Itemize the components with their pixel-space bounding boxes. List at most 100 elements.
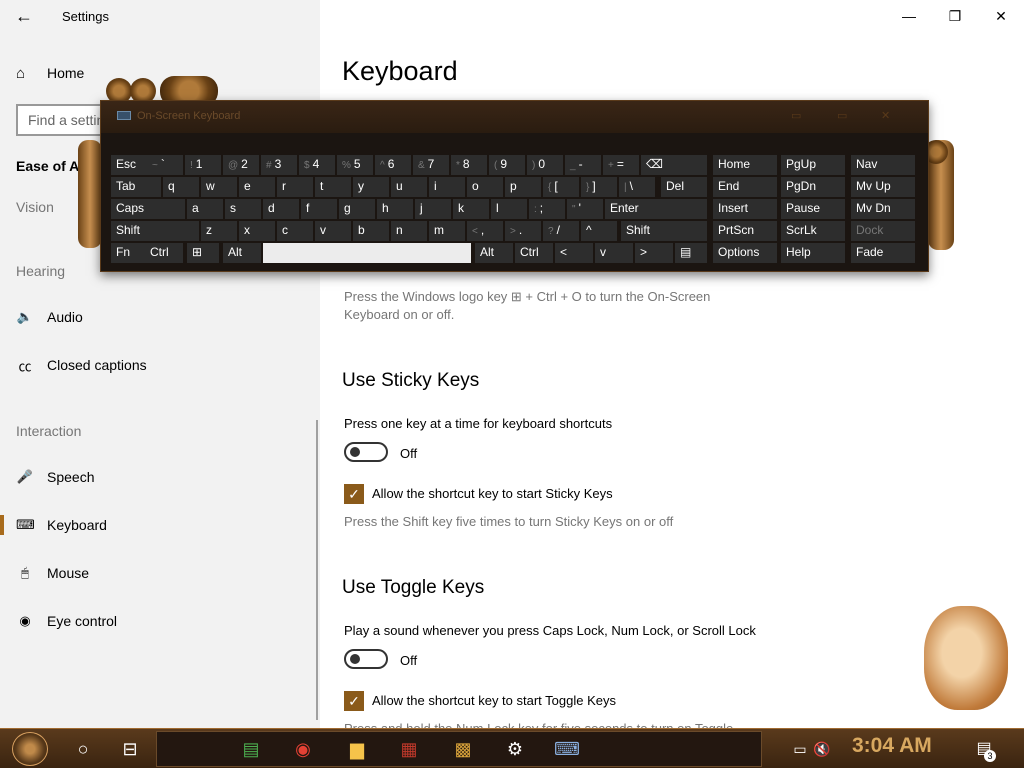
osk-key[interactable]: @2 bbox=[223, 155, 259, 175]
osk-nav-key[interactable]: PrtScn bbox=[713, 221, 777, 241]
sidebar-item-audio[interactable]: 🔈 Audio bbox=[16, 305, 83, 329]
osk-key[interactable]: Alt bbox=[223, 243, 261, 263]
osk-key[interactable]: ~ ` bbox=[147, 155, 183, 175]
osk-title-bar[interactable]: On-Screen Keyboard ▭ ▭ ✕ bbox=[101, 101, 928, 133]
osk-nav-key[interactable]: Mv Dn bbox=[851, 199, 915, 219]
osk-nav-key[interactable]: PgUp bbox=[781, 155, 845, 175]
osk-key[interactable]: _ - bbox=[565, 155, 601, 175]
sidebar-scrollbar[interactable] bbox=[316, 420, 318, 720]
osk-key[interactable]: Enter bbox=[605, 199, 707, 219]
osk-key[interactable]: u bbox=[391, 177, 427, 197]
toggle-keys-toggle[interactable] bbox=[344, 649, 388, 669]
osk-nav-key[interactable]: Insert bbox=[713, 199, 777, 219]
osk-key[interactable]: " ' bbox=[567, 199, 603, 219]
close-button[interactable]: ✕ bbox=[978, 4, 1024, 28]
osk-key[interactable]: ⊞ bbox=[187, 243, 219, 263]
chrome-icon[interactable]: ◉ bbox=[289, 735, 317, 763]
restore-icon[interactable]: ▭ bbox=[837, 109, 847, 122]
osk-key[interactable]: ^ bbox=[581, 221, 617, 241]
osk-key[interactable]: Del bbox=[661, 177, 707, 197]
sidebar-item-speech[interactable]: 🎤 Speech bbox=[16, 465, 95, 489]
osk-nav-key[interactable]: Dock bbox=[851, 221, 915, 241]
sidebar-item-home[interactable]: ⌂ Home bbox=[16, 62, 84, 84]
osk-key[interactable]: {[ bbox=[543, 177, 579, 197]
close-icon[interactable]: ✕ bbox=[881, 109, 890, 122]
osk-key[interactable]: x bbox=[239, 221, 275, 241]
osk-key[interactable]: $4 bbox=[299, 155, 335, 175]
osk-key[interactable]: + = bbox=[603, 155, 639, 175]
osk-nav-key[interactable]: Nav bbox=[851, 155, 915, 175]
sticky-notes-icon[interactable]: ▤ bbox=[237, 735, 265, 763]
osk-key[interactable]: Fn bbox=[111, 243, 149, 263]
back-arrow-icon[interactable]: ← bbox=[10, 4, 38, 28]
osk-key[interactable]: o bbox=[467, 177, 503, 197]
sidebar-item-mouse[interactable]: 🖱 Mouse bbox=[16, 561, 89, 585]
osk-key[interactable]: r bbox=[277, 177, 313, 197]
osk-key-space[interactable] bbox=[263, 243, 471, 263]
osk-key[interactable]: a bbox=[187, 199, 223, 219]
sidebar-item-eye-control[interactable]: ◉ Eye control bbox=[16, 609, 117, 633]
task-view-icon[interactable]: ⊟ bbox=[116, 735, 144, 763]
osk-key[interactable]: > bbox=[635, 243, 673, 263]
osk-key[interactable]: e bbox=[239, 177, 275, 197]
osk-key[interactable]: s bbox=[225, 199, 261, 219]
sidebar-item-closed-captions[interactable]: ㏄ Closed captions bbox=[16, 353, 146, 377]
cortana-circle-icon[interactable]: ○ bbox=[69, 735, 97, 763]
osk-key[interactable]: <, bbox=[467, 221, 503, 241]
osk-nav-key[interactable]: ScrLk bbox=[781, 221, 845, 241]
osk-key[interactable]: Caps bbox=[111, 199, 185, 219]
osk-key[interactable]: n bbox=[391, 221, 427, 241]
osk-key[interactable]: (9 bbox=[489, 155, 525, 175]
media-app-icon[interactable]: ▦ bbox=[395, 735, 423, 763]
osk-key[interactable]: v bbox=[315, 221, 351, 241]
restore-button[interactable]: ❐ bbox=[932, 4, 978, 28]
file-explorer-icon[interactable]: ▆ bbox=[343, 735, 371, 763]
osk-key[interactable]: < bbox=[555, 243, 593, 263]
osk-key[interactable]: w bbox=[201, 177, 237, 197]
osk-key[interactable]: ! 1 bbox=[185, 155, 221, 175]
osk-nav-key[interactable]: Fade bbox=[851, 243, 915, 263]
osk-key[interactable]: Tab bbox=[111, 177, 161, 197]
osk-key[interactable]: Shift bbox=[621, 221, 707, 241]
osk-key[interactable]: f bbox=[301, 199, 337, 219]
osk-key[interactable]: ) 0 bbox=[527, 155, 563, 175]
osk-key[interactable]: ? / bbox=[543, 221, 579, 241]
taskbar-clock[interactable]: 3:04 AM bbox=[852, 734, 932, 758]
osk-nav-key[interactable]: Options bbox=[713, 243, 777, 263]
osk-key[interactable]: :; bbox=[529, 199, 565, 219]
osk-nav-key[interactable]: PgDn bbox=[781, 177, 845, 197]
settings-gear-icon[interactable]: ⚙ bbox=[501, 735, 529, 763]
osk-nav-key[interactable]: Help bbox=[781, 243, 845, 263]
osk-nav-key[interactable]: Mv Up bbox=[851, 177, 915, 197]
osk-key[interactable]: c bbox=[277, 221, 313, 241]
osk-key[interactable]: #3 bbox=[261, 155, 297, 175]
start-button[interactable] bbox=[12, 732, 48, 766]
osk-key[interactable]: ⌫ bbox=[641, 155, 707, 175]
osk-key[interactable]: g bbox=[339, 199, 375, 219]
osk-key[interactable]: z bbox=[201, 221, 237, 241]
osk-key[interactable]: Alt bbox=[475, 243, 513, 263]
osk-key[interactable]: l bbox=[491, 199, 527, 219]
toggle-keys-shortcut-checkbox[interactable]: ✓ bbox=[344, 691, 364, 711]
osk-key[interactable]: j bbox=[415, 199, 451, 219]
osk-key[interactable]: ^ 6 bbox=[375, 155, 411, 175]
osk-key[interactable]: & 7 bbox=[413, 155, 449, 175]
osk-nav-key[interactable]: End bbox=[713, 177, 777, 197]
osk-key[interactable]: i bbox=[429, 177, 465, 197]
osk-key[interactable]: b bbox=[353, 221, 389, 241]
osk-key[interactable]: Ctrl bbox=[145, 243, 183, 263]
osk-key[interactable]: * 8 bbox=[451, 155, 487, 175]
osk-key[interactable]: d bbox=[263, 199, 299, 219]
osk-key[interactable]: p bbox=[505, 177, 541, 197]
osk-key[interactable]: q bbox=[163, 177, 199, 197]
osk-key[interactable]: | \ bbox=[619, 177, 655, 197]
volume-muted-icon[interactable]: 🔇 bbox=[808, 735, 836, 763]
osk-nav-key[interactable]: Home bbox=[713, 155, 777, 175]
osk-key[interactable]: >. bbox=[505, 221, 541, 241]
osk-key[interactable]: m bbox=[429, 221, 465, 241]
sticky-keys-toggle[interactable] bbox=[344, 442, 388, 462]
osk-key[interactable]: }] bbox=[581, 177, 617, 197]
osk-key[interactable]: t bbox=[315, 177, 351, 197]
game-app-icon[interactable]: ▩ bbox=[449, 735, 477, 763]
minimize-icon[interactable]: ▭ bbox=[791, 109, 801, 122]
